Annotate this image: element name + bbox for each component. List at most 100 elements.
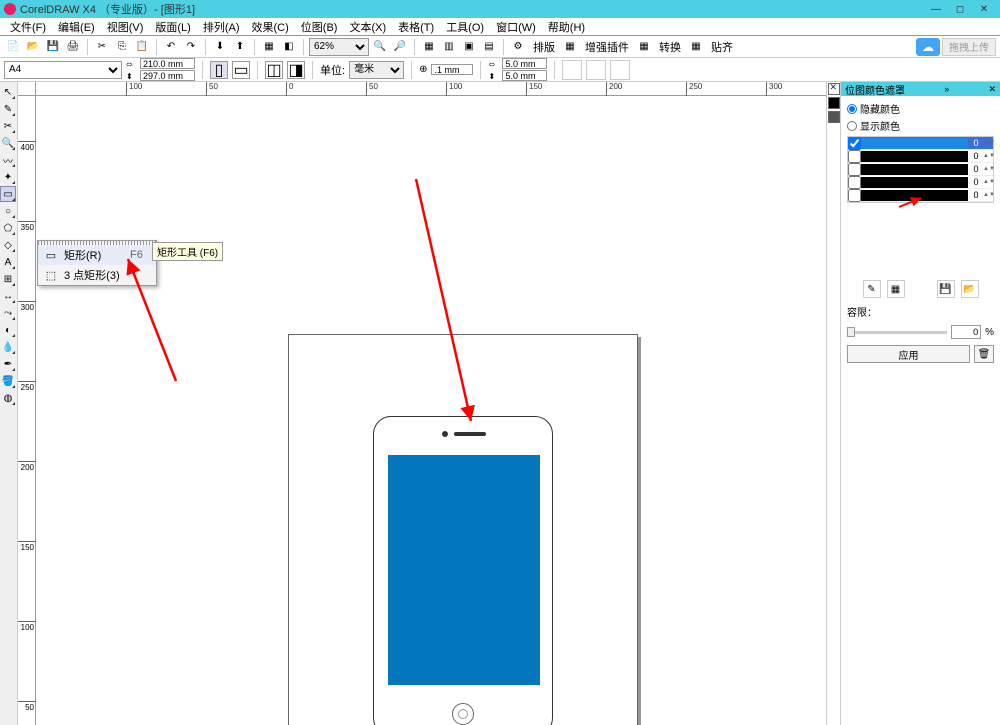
convert-icon[interactable]: ▦ <box>635 38 653 56</box>
undo-button[interactable]: ↶ <box>162 38 180 56</box>
menu-edit[interactable]: 编辑(E) <box>52 19 101 35</box>
fill-tool[interactable]: 🪣 <box>0 373 16 389</box>
dimension-tool[interactable]: ↔ <box>0 288 16 304</box>
convert-label[interactable]: 转换 <box>655 39 685 55</box>
minimize-button[interactable]: — <box>924 1 948 17</box>
cloud-button[interactable]: ☁ <box>916 38 940 56</box>
menu-text[interactable]: 文本(X) <box>343 19 392 35</box>
menu-table[interactable]: 表格(T) <box>392 19 440 35</box>
crop-tool[interactable]: ✂ <box>0 118 16 134</box>
rectangle-tool[interactable]: ▭ <box>0 186 16 202</box>
open-button[interactable]: 📂 <box>24 38 42 56</box>
enhance-icon[interactable]: ▦ <box>561 38 579 56</box>
spin-icon[interactable]: ▲▼ <box>983 193 993 198</box>
pick-tool[interactable]: ↖ <box>0 84 16 100</box>
phone-drawing[interactable] <box>373 416 553 725</box>
freehand-tool[interactable]: 〰 <box>0 152 16 168</box>
menu-tools[interactable]: 工具(O) <box>440 19 490 35</box>
color-swatch[interactable] <box>861 151 968 162</box>
align-icon[interactable]: ▦ <box>687 38 705 56</box>
zoom-select[interactable]: 62% <box>309 38 369 56</box>
canvas-viewport[interactable]: ▭ 矩形(R) F6 ⬚ 3 点矩形(3) 矩形工具 (F6) <box>36 96 840 725</box>
color-mask-row[interactable]: 0 ▲▼ <box>848 137 993 150</box>
text-tool[interactable]: A <box>0 254 16 270</box>
zoom-in-button[interactable]: 🔍 <box>371 38 389 56</box>
color-swatch[interactable] <box>861 177 968 188</box>
export-button[interactable]: ⬆ <box>231 38 249 56</box>
page-layout-btn2[interactable]: ◨ <box>287 61 305 79</box>
snap-btn-a[interactable] <box>562 60 582 80</box>
redo-button[interactable]: ↷ <box>182 38 200 56</box>
docker-collapse-icon[interactable]: » <box>944 84 949 94</box>
paper-size-select[interactable]: A4 <box>4 61 122 79</box>
menu-bitmap[interactable]: 位图(B) <box>295 19 344 35</box>
copy-button[interactable]: ⎘ <box>113 38 131 56</box>
tolerance-slider[interactable] <box>847 331 947 334</box>
flyout-3pt-rectangle[interactable]: ⬚ 3 点矩形(3) <box>38 265 156 285</box>
edit-color-button[interactable]: ▦ <box>887 280 905 298</box>
spin-icon[interactable]: ▲▼ <box>983 141 993 146</box>
color-swatch[interactable] <box>861 164 968 175</box>
portrait-button[interactable]: ▯ <box>210 61 228 79</box>
spin-icon[interactable]: ▲▼ <box>983 154 993 159</box>
tolerance-input[interactable] <box>951 325 981 339</box>
eyedropper-button[interactable]: ✎ <box>863 280 881 298</box>
ruler-origin[interactable] <box>18 82 36 96</box>
menu-window[interactable]: 窗口(W) <box>490 19 542 35</box>
dup-x-input[interactable] <box>502 58 547 69</box>
maximize-button[interactable]: ◻ <box>948 1 972 17</box>
menu-view[interactable]: 视图(V) <box>101 19 150 35</box>
menu-file[interactable]: 文件(F) <box>4 19 52 35</box>
import-button[interactable]: ⬇ <box>211 38 229 56</box>
nudge-input[interactable] <box>431 64 473 75</box>
color-swatch[interactable] <box>861 190 968 201</box>
color-mask-row[interactable]: 0 ▲▼ <box>848 176 993 189</box>
landscape-button[interactable]: ▭ <box>232 61 250 79</box>
flyout-rectangle[interactable]: ▭ 矩形(R) F6 <box>38 245 156 265</box>
color-mask-row[interactable]: 0 ▲▼ <box>848 163 993 176</box>
smart-tool[interactable]: ✦ <box>0 169 16 185</box>
color-swatch-gray[interactable] <box>828 111 840 123</box>
spin-icon[interactable]: ▲▼ <box>983 180 993 185</box>
eyedropper-tool[interactable]: 💧 <box>0 339 16 355</box>
options-button[interactable]: ⚙ <box>509 38 527 56</box>
table-tool[interactable]: ⊞ <box>0 271 16 287</box>
print-button[interactable]: 🖨 <box>64 38 82 56</box>
page-width-input[interactable] <box>140 58 195 69</box>
ruler-horizontal[interactable]: 100 50 0 50 100 150 200 250 300 <box>36 82 840 96</box>
welcome-button[interactable]: ◧ <box>280 38 298 56</box>
close-button[interactable]: ✕ <box>972 1 996 17</box>
save-button[interactable]: 💾 <box>44 38 62 56</box>
snap-btn-b[interactable] <box>586 60 606 80</box>
zoom-tool[interactable]: 🔍 <box>0 135 16 151</box>
color-swatch[interactable] <box>861 138 968 149</box>
radio-hide-color[interactable]: 隐藏颜色 <box>847 100 994 117</box>
interactive-fill-tool[interactable]: ◍ <box>0 390 16 406</box>
menu-arrange[interactable]: 排列(A) <box>197 19 246 35</box>
upload-button[interactable]: 拖拽上传 <box>942 38 996 56</box>
snap-guide-button[interactable]: ▥ <box>440 38 458 56</box>
canvas-area[interactable]: 100 50 0 50 100 150 200 250 300 400 350 … <box>18 82 840 725</box>
ruler-vertical[interactable]: 400 350 300 250 200 150 100 50 <box>18 96 36 725</box>
open-mask-button[interactable]: 📂 <box>961 280 979 298</box>
spin-icon[interactable]: ▲▼ <box>983 167 993 172</box>
zoom-out-button[interactable]: 🔎 <box>391 38 409 56</box>
save-mask-button[interactable]: 💾 <box>937 280 955 298</box>
snap-btn-c[interactable] <box>610 60 630 80</box>
snap-dynamic-button[interactable]: ▤ <box>480 38 498 56</box>
color-swatch-black[interactable] <box>828 97 840 109</box>
align-label[interactable]: 贴齐 <box>707 39 737 55</box>
delete-mask-button[interactable]: 🗑 <box>974 345 994 363</box>
basic-shapes-tool[interactable]: ◇ <box>0 237 16 253</box>
enhance-label[interactable]: 增强插件 <box>581 39 633 55</box>
apply-button[interactable]: 应用 <box>847 345 970 363</box>
page-layout-btn1[interactable]: ◫ <box>265 61 283 79</box>
dup-y-input[interactable] <box>502 70 547 81</box>
paste-button[interactable]: 📋 <box>133 38 151 56</box>
snap-grid-button[interactable]: ▦ <box>420 38 438 56</box>
menu-effects[interactable]: 效果(C) <box>246 19 295 35</box>
radio-show-color[interactable]: 显示颜色 <box>847 117 994 134</box>
docker-close-icon[interactable]: ✕ <box>988 84 996 95</box>
outline-tool[interactable]: ✒ <box>0 356 16 372</box>
polygon-tool[interactable]: ⬠ <box>0 220 16 236</box>
